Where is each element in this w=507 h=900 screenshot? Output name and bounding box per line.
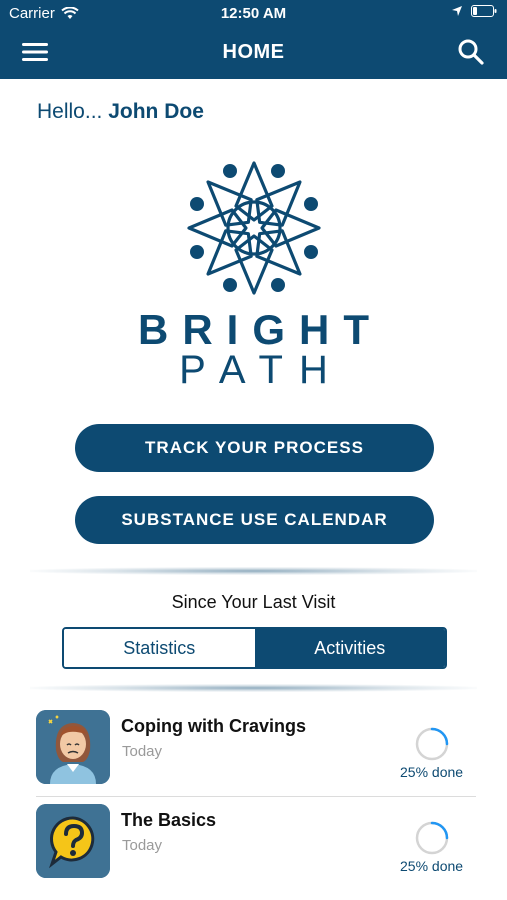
divider [30,684,477,692]
page-title: HOME [222,41,285,63]
activity-date: Today [122,837,163,854]
list-separator [36,796,476,797]
progress-ring [415,821,449,855]
battery-icon [471,5,497,17]
greeting: Hello... John Doe [37,100,204,124]
activity-item[interactable]: Coping with Cravings Today 25% done [0,706,507,796]
status-bar: Carrier 12:50 AM [0,0,507,26]
activity-item[interactable]: The Basics Today 25% done [0,800,507,890]
status-icons [451,5,497,17]
stressed-person-icon [36,710,110,784]
tab-activities[interactable]: Activities [254,629,445,667]
navigation-bar: HOME [0,26,507,79]
activity-thumbnail [36,710,110,784]
track-your-process-button[interactable]: TRACK YOUR PROCESS [75,424,434,472]
greeting-prefix: Hello... [37,100,109,123]
progress-label: 25% done [400,858,464,874]
brand-name-line1: BRIGHT [138,306,383,353]
bright-path-logo-icon [187,161,321,295]
search-icon[interactable] [457,38,485,66]
question-bubble-icon [36,804,110,878]
segmented-control: Statistics Activities [62,627,447,669]
substance-use-calendar-button[interactable]: SUBSTANCE USE CALENDAR [75,496,434,544]
user-name: John Doe [108,100,204,123]
activity-title: Coping with Cravings [121,716,307,736]
brand-name-line2: PATH [179,348,344,392]
activity-title: The Basics [121,810,217,830]
activity-date: Today [122,743,163,760]
progress-label: 25% done [400,764,464,780]
divider [30,567,477,575]
clock: 12:50 AM [220,5,287,22]
progress-ring [415,727,449,761]
tab-statistics[interactable]: Statistics [64,629,255,667]
location-arrow-icon [452,6,462,16]
activity-thumbnail [36,804,110,878]
section-title: Since Your Last Visit [171,592,336,612]
